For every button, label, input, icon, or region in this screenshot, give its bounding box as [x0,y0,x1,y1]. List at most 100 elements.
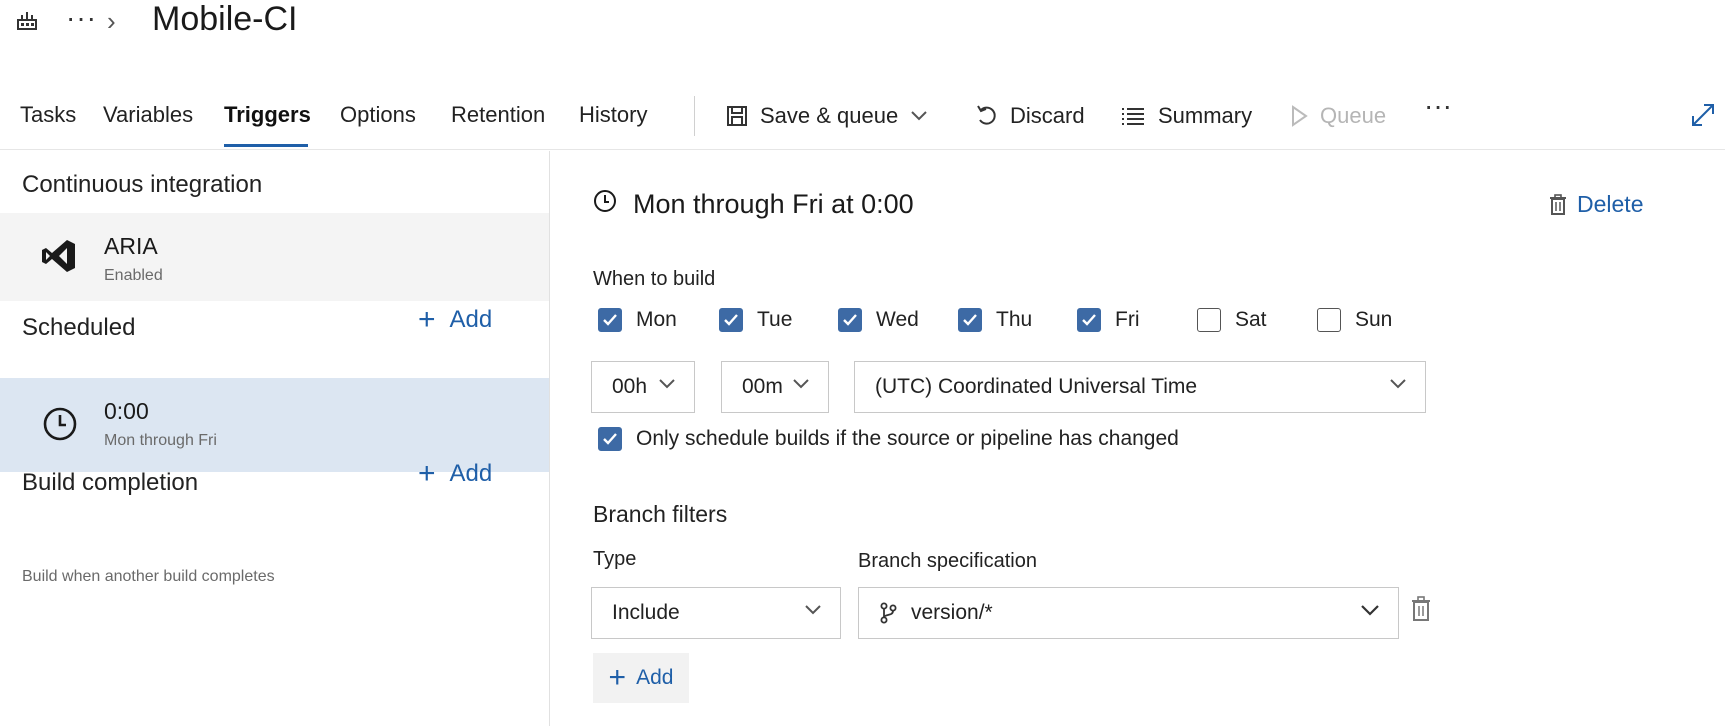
day-label: Fri [1115,308,1140,331]
visual-studio-icon [40,237,78,275]
schedule-item-time: 0:00 [104,398,149,424]
toolbar: Tasks Variables Triggers Options Retenti… [0,88,1725,150]
add-schedule-label: Add [449,306,493,333]
checkbox-unchecked-icon[interactable] [1197,308,1221,332]
save-icon [726,105,748,127]
only-changed-label: Only schedule builds if the source or pi… [636,427,1179,450]
minute-select[interactable]: 00m [721,361,829,413]
checkbox-checked-icon[interactable] [838,308,862,332]
day-wed-checkbox[interactable]: Wed [838,308,919,332]
only-changed-checkbox[interactable]: Only schedule builds if the source or pi… [598,427,1179,451]
day-fri-checkbox[interactable]: Fri [1077,308,1140,332]
plus-icon: + [418,303,436,336]
chevron-down-icon [804,604,822,616]
discard-label: Discard [1010,103,1085,128]
chevron-down-icon [658,378,676,390]
breadcrumb-chevron-icon: › [107,6,116,36]
ci-trigger-item[interactable]: ARIA Enabled [0,213,549,301]
branch-icon [879,602,897,624]
minute-value: 00m [742,375,783,398]
delete-filter-trash-icon[interactable] [1411,596,1431,622]
pipeline-icon[interactable] [16,10,38,32]
ci-item-status: Enabled [104,267,163,284]
add-schedule-button[interactable]: + Add [418,305,492,335]
day-sun-checkbox[interactable]: Sun [1317,308,1392,332]
schedule-item-days: Mon through Fri [104,432,217,449]
day-label: Mon [636,308,677,331]
ci-section-title: Continuous integration [22,171,263,198]
tab-triggers[interactable]: Triggers [224,102,311,128]
toolbar-more-button[interactable]: ··· [1424,90,1452,122]
branch-spec-label: Branch specification [858,550,1037,572]
list-icon [1120,106,1146,126]
day-label: Tue [757,308,793,331]
plus-icon: + [608,661,627,694]
page-title: Mobile-CI [152,0,298,38]
branch-filters-title: Branch filters [593,501,728,527]
play-icon [1290,105,1308,127]
save-queue-label: Save & queue [760,103,899,128]
checkbox-checked-icon[interactable] [598,427,622,451]
ci-item-name: ARIA [104,233,158,259]
add-build-completion-button[interactable]: + Add [418,459,492,489]
chevron-down-icon[interactable] [910,110,928,122]
day-mon-checkbox[interactable]: Mon [598,308,677,332]
timezone-select[interactable]: (UTC) Coordinated Universal Time [854,361,1426,413]
triggers-list-panel: Continuous integration ARIA Enabled Sche… [0,151,550,726]
header: ··· › Mobile-CI [0,0,1725,60]
day-sat-checkbox[interactable]: Sat [1197,308,1267,332]
add-filter-label: Add [636,666,674,689]
tab-tasks[interactable]: Tasks [20,102,76,128]
branch-spec-select[interactable]: version/* [858,587,1399,639]
timezone-value: (UTC) Coordinated Universal Time [875,375,1198,398]
chevron-down-icon [1389,378,1407,390]
clock-icon [593,189,617,213]
summary-button[interactable]: Summary [1120,100,1252,132]
hour-select[interactable]: 00h [591,361,695,413]
add-build-completion-label: Add [449,460,493,487]
tab-variables[interactable]: Variables [103,102,193,128]
day-thu-checkbox[interactable]: Thu [958,308,1032,332]
day-label: Sun [1355,308,1393,331]
add-branch-filter-button[interactable]: + Add [593,653,689,703]
queue-button[interactable]: Queue [1290,100,1386,132]
tab-retention[interactable]: Retention [451,102,545,128]
breadcrumb-more-button[interactable]: ··· [66,2,97,34]
checkbox-unchecked-icon[interactable] [1317,308,1341,332]
plus-icon: + [418,457,436,490]
when-to-build-label: When to build [593,268,716,290]
clock-icon [42,406,78,442]
day-label: Sat [1235,308,1267,331]
build-completion-help: Build when another build completes [22,568,275,585]
day-tue-checkbox[interactable]: Tue [719,308,792,332]
scheduled-section-title: Scheduled [22,314,136,341]
day-label: Wed [876,308,919,331]
hour-value: 00h [612,375,648,398]
queue-label: Queue [1320,103,1387,128]
checkbox-checked-icon[interactable] [719,308,743,332]
schedule-title: Mon through Fri at 0:00 [633,189,914,219]
save-queue-button[interactable]: Save & queue [726,100,928,132]
filter-type-value: Include [612,601,680,624]
build-completion-section-title: Build completion [22,469,199,496]
chevron-down-icon [1360,604,1380,616]
branch-spec-value: version/* [911,601,993,624]
chevron-down-icon [792,378,810,390]
toolbar-divider [694,96,695,136]
filter-type-select[interactable]: Include [591,587,841,639]
expand-icon[interactable] [1690,102,1716,128]
checkbox-checked-icon[interactable] [958,308,982,332]
tab-options[interactable]: Options [340,102,416,128]
day-label: Thu [996,308,1033,331]
undo-icon [976,104,998,128]
delete-schedule-button[interactable]: Delete [1549,191,1643,218]
summary-label: Summary [1158,103,1253,128]
delete-label: Delete [1577,191,1644,217]
checkbox-checked-icon[interactable] [1077,308,1101,332]
checkbox-checked-icon[interactable] [598,308,622,332]
trash-icon [1549,193,1567,216]
schedule-item[interactable]: 0:00 Mon through Fri [0,378,549,472]
discard-button[interactable]: Discard [976,100,1085,132]
type-label: Type [593,548,637,570]
tab-history[interactable]: History [579,102,647,128]
